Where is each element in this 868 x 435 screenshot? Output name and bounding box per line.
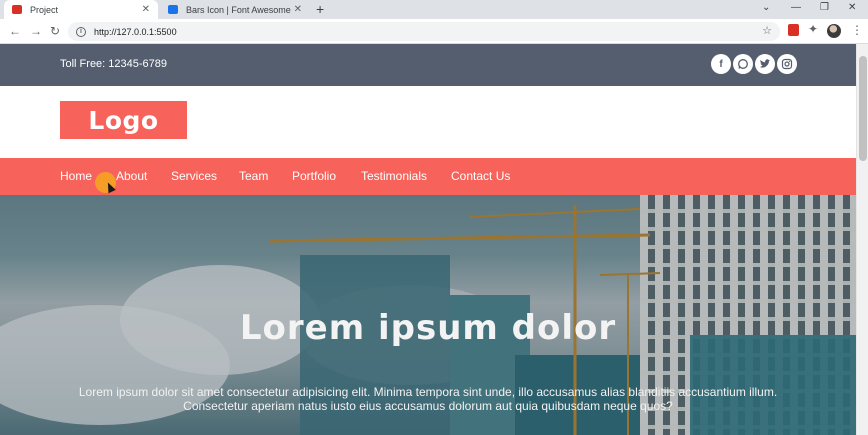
instagram-icon[interactable] bbox=[777, 54, 797, 74]
hero-text-line-2: Consectetur aperiam natus iusto eius acc… bbox=[183, 399, 673, 413]
browser-tab-strip: Project ✕ Bars Icon | Font Awesome ✕ + ⌄… bbox=[0, 0, 868, 19]
nav-home[interactable]: Home bbox=[60, 169, 92, 183]
whatsapp-icon[interactable] bbox=[733, 54, 753, 74]
font-awesome-favicon-icon bbox=[168, 5, 178, 14]
hero-banner: Lorem ipsum dolor Lorem ipsum dolor sit … bbox=[0, 195, 856, 435]
main-navigation: Home About Services Team Portfolio Testi… bbox=[0, 158, 856, 195]
page-viewport: Toll Free: 12345-6789 f Logo Home About … bbox=[0, 44, 856, 435]
hero-description: Lorem ipsum dolor sit amet consectetur a… bbox=[70, 385, 786, 413]
browser-menu-icon[interactable]: ⋮ bbox=[851, 23, 863, 37]
tab-project[interactable]: Project ✕ bbox=[4, 0, 158, 19]
tab-title: Project bbox=[30, 4, 59, 15]
hero-text-line-1: Lorem ipsum dolor sit amet consectetur a… bbox=[78, 385, 778, 399]
profile-avatar[interactable] bbox=[827, 24, 841, 38]
nav-contact-us[interactable]: Contact Us bbox=[451, 169, 510, 183]
header: Logo bbox=[0, 86, 856, 158]
nav-about[interactable]: About bbox=[116, 169, 147, 183]
top-info-bar: Toll Free: 12345-6789 f bbox=[0, 44, 856, 86]
reload-icon[interactable]: ↻ bbox=[50, 24, 60, 38]
nav-services[interactable]: Services bbox=[171, 169, 217, 183]
hero-title: Lorem ipsum dolor bbox=[239, 308, 617, 348]
close-icon[interactable]: ✕ bbox=[294, 4, 302, 15]
minimize-button[interactable]: — bbox=[791, 2, 801, 13]
page-scrollbar[interactable] bbox=[856, 44, 868, 435]
url-input[interactable]: i http://127.0.0.1:5500 ☆ bbox=[68, 22, 780, 41]
nav-testimonials[interactable]: Testimonials bbox=[361, 169, 427, 183]
facebook-icon[interactable]: f bbox=[711, 54, 731, 74]
twitter-icon[interactable] bbox=[755, 54, 775, 74]
new-tab-button[interactable]: + bbox=[316, 1, 324, 17]
restore-button[interactable]: ❐ bbox=[820, 2, 829, 13]
site-logo[interactable]: Logo bbox=[60, 101, 187, 139]
forward-arrow-icon[interactable]: → bbox=[30, 24, 42, 38]
bookmark-star-icon[interactable]: ☆ bbox=[762, 24, 772, 37]
project-favicon-icon bbox=[12, 5, 22, 14]
close-window-button[interactable]: ✕ bbox=[848, 2, 856, 13]
url-text: http://127.0.0.1:5500 bbox=[94, 26, 177, 37]
back-arrow-icon[interactable]: ← bbox=[9, 24, 21, 38]
extensions-puzzle-icon[interactable]: ✦ bbox=[808, 22, 818, 36]
tab-font-awesome[interactable]: Bars Icon | Font Awesome ✕ bbox=[160, 0, 310, 19]
scrollbar-thumb[interactable] bbox=[859, 56, 867, 161]
tab-title: Bars Icon | Font Awesome bbox=[186, 4, 291, 15]
nav-portfolio[interactable]: Portfolio bbox=[292, 169, 336, 183]
nav-team[interactable]: Team bbox=[239, 169, 268, 183]
toll-free-number: Toll Free: 12345-6789 bbox=[60, 58, 168, 70]
address-bar: ← → ↻ i http://127.0.0.1:5500 ☆ bbox=[0, 19, 868, 44]
info-icon[interactable]: i bbox=[76, 26, 86, 37]
close-icon[interactable]: ✕ bbox=[142, 4, 150, 15]
pdf-extension-icon[interactable] bbox=[788, 24, 799, 36]
tab-search-icon[interactable]: ⌄ bbox=[762, 2, 770, 13]
